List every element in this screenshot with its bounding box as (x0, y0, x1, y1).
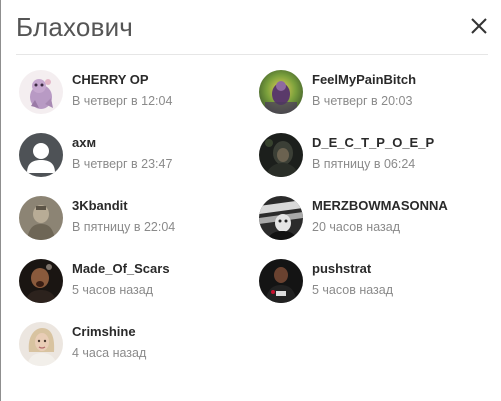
user-name[interactable]: Made_Of_Scars (72, 261, 170, 276)
user-item[interactable]: 3Kbandit В пятницу в 22:04 (19, 186, 249, 242)
user-name[interactable]: CHERRY OP (72, 72, 149, 87)
user-name[interactable]: Crimshine (72, 324, 136, 339)
user-item[interactable]: FeelMyPainBitch В четверг в 20:03 (259, 60, 489, 116)
user-name[interactable]: FeelMyPainBitch (312, 72, 416, 87)
user-time: 5 часов назад (72, 283, 154, 297)
user-time: 5 часов назад (312, 283, 394, 297)
user-time: В четверг в 23:47 (72, 157, 173, 171)
user-name[interactable]: pushstrat (312, 261, 371, 276)
user-item[interactable]: D_E_C_T_P_O_E_P В пятницу в 06:24 (259, 123, 489, 179)
user-name[interactable]: axм (72, 135, 96, 150)
user-avatar[interactable] (19, 70, 63, 114)
user-name[interactable]: D_E_C_T_P_O_E_P (312, 135, 434, 150)
user-item[interactable]: Crimshine 4 часа назад (19, 312, 249, 368)
user-time: 20 часов назад (312, 220, 400, 234)
user-item[interactable]: CHERRY OP В четверг в 12:04 (19, 60, 249, 116)
user-time: 4 часа назад (72, 346, 147, 360)
user-avatar[interactable] (19, 196, 63, 240)
user-avatar[interactable] (19, 259, 63, 303)
user-name[interactable]: 3Kbandit (72, 198, 128, 213)
dialog-title: Блахович (16, 12, 134, 42)
user-avatar[interactable] (19, 322, 63, 366)
user-avatar[interactable] (259, 70, 303, 114)
user-name[interactable]: MERZBOWMASONNA (312, 198, 448, 213)
title-divider (16, 54, 488, 55)
user-avatar[interactable] (19, 133, 63, 177)
user-item[interactable]: pushstrat 5 часов назад (259, 249, 489, 305)
user-item[interactable]: MERZBOWMASONNA 20 часов назад (259, 186, 489, 242)
user-avatar[interactable] (259, 133, 303, 177)
user-time: В пятницу в 22:04 (72, 220, 176, 234)
user-avatar[interactable] (259, 196, 303, 240)
user-avatar[interactable] (259, 259, 303, 303)
user-item[interactable]: axм В четверг в 23:47 (19, 123, 249, 179)
user-time: В пятницу в 06:24 (312, 157, 416, 171)
user-item[interactable]: Made_Of_Scars 5 часов назад (19, 249, 249, 305)
user-time: В четверг в 20:03 (312, 94, 413, 108)
user-time: В четверг в 12:04 (72, 94, 173, 108)
close-icon[interactable] (469, 16, 489, 36)
likes-dialog: Блахович CHERRY OP В четверг в 12:04 Fee… (0, 0, 501, 401)
